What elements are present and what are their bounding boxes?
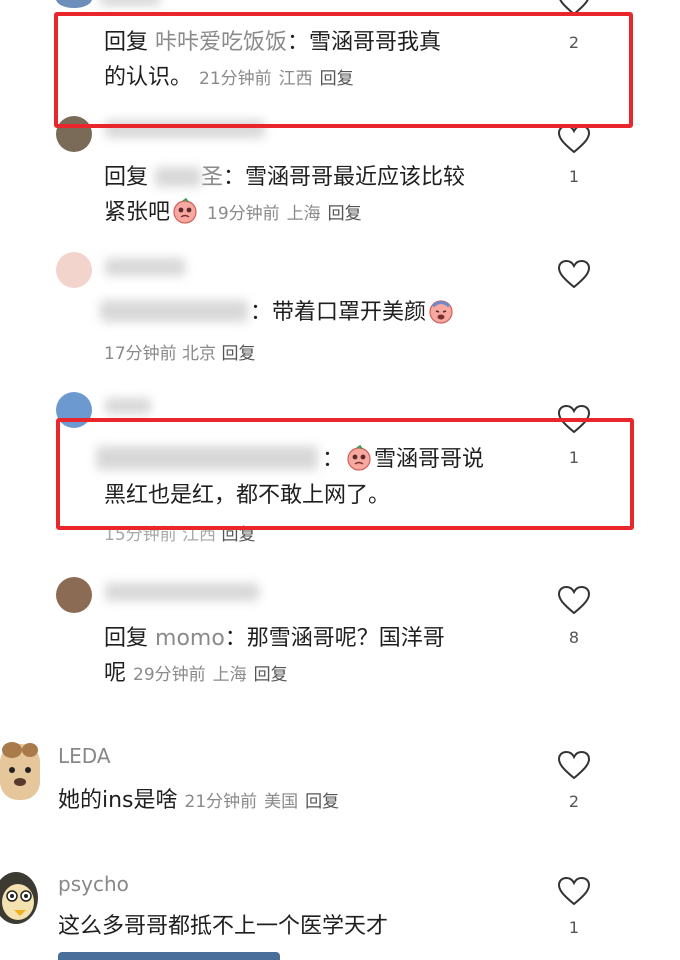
comment-text: 这么多哥哥都抵不上一个医学天才 [58, 914, 389, 939]
comment-time: 29分钟前 [133, 665, 206, 685]
comment-time: 19分钟前 [207, 204, 280, 224]
like-count: 1 [568, 918, 580, 937]
pleading-face-emoji [173, 198, 197, 224]
avatar[interactable] [56, 252, 92, 288]
blurred-username [105, 258, 185, 276]
heart-outline-icon[interactable] [557, 124, 591, 154]
sweat-face-emoji [429, 300, 453, 324]
heart-outline-icon[interactable] [557, 876, 591, 906]
like-count: 2 [568, 792, 580, 811]
avatar[interactable] [56, 577, 92, 613]
reply-to-username[interactable]: momo [155, 626, 225, 651]
comment-username[interactable]: psycho [58, 872, 129, 896]
blurred-username [100, 0, 160, 6]
comment-location: 北京 [182, 344, 217, 364]
comment-text-line2: 紧张吧 19分钟前 上海 回复 [104, 198, 362, 225]
reply-button[interactable]: 回复 [305, 792, 339, 812]
dog-avatar[interactable] [0, 740, 40, 802]
comment-text: 她的ins是啥 21分钟前 美国 回复 [58, 788, 340, 813]
heart-outline-icon[interactable] [557, 259, 591, 289]
reply-prefix: 回复 [104, 165, 149, 190]
comment-time: 21分钟前 [184, 792, 258, 812]
reply-prefix: 回复 [104, 626, 149, 651]
comment-username[interactable]: LEDA [58, 744, 111, 768]
blurred-reply-target [100, 300, 248, 322]
comment-text-line2: 呢 29分钟前 上海 回复 [104, 661, 288, 686]
blurred-username [105, 583, 259, 601]
reply-button[interactable]: 回复 [254, 665, 288, 685]
comment-meta: 17分钟前 北京 回复 [104, 337, 255, 371]
cartoon-avatar[interactable] [0, 868, 40, 930]
comment-text: ：带着口罩开美颜 [250, 296, 456, 330]
highlight-box [54, 12, 633, 128]
comment-text: 回复 圣：雪涵哥哥最近应该比较 [104, 165, 466, 190]
comment-text: 回复 momo：那雪涵哥呢？国洋哥 [104, 626, 445, 651]
blurred-username [155, 167, 202, 187]
heart-outline-icon[interactable] [557, 585, 591, 615]
reply-button[interactable]: 回复 [328, 204, 362, 224]
like-count: 1 [568, 167, 580, 186]
comment-location: 上海 [286, 204, 321, 224]
avatar[interactable] [56, 0, 92, 8]
blurred-username [105, 398, 151, 414]
like-count: 8 [568, 628, 580, 647]
next-item-preview [58, 952, 280, 960]
highlight-box [56, 418, 634, 530]
reply-button[interactable]: 回复 [221, 344, 255, 364]
heart-outline-icon[interactable] [557, 750, 591, 780]
comment-location: 上海 [212, 665, 247, 685]
comment-location: 美国 [264, 792, 299, 812]
comment-time: 17分钟前 [104, 344, 177, 364]
